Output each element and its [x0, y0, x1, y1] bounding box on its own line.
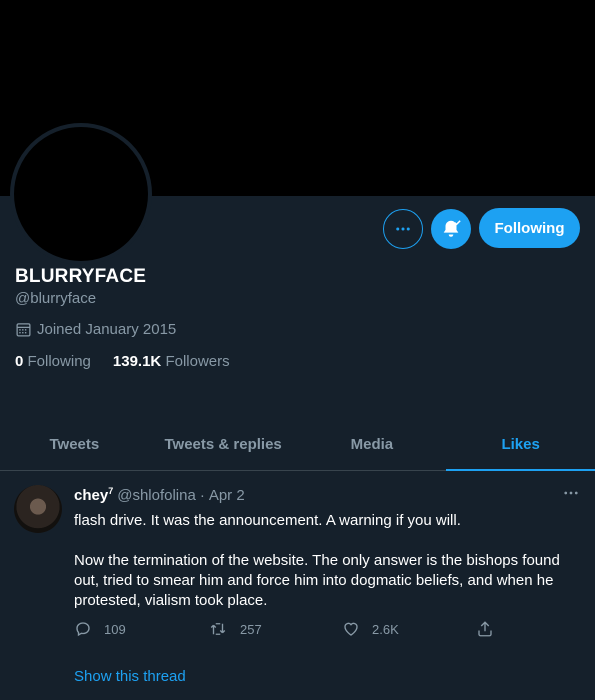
tweet-header: chey7 @shlofolina · Apr 2 [74, 486, 245, 504]
reply-icon [74, 620, 92, 638]
tab-likes[interactable]: Likes [446, 418, 595, 471]
share-button[interactable] [476, 620, 494, 638]
tweet-paragraph: Now the termination of the website. The … [74, 552, 560, 609]
profile-tabs: Tweets Tweets & replies Media Likes [0, 418, 595, 471]
share-icon [476, 620, 494, 638]
tweet-paragraph: flash drive. It was the announcement. A … [74, 512, 461, 529]
profile-stats: 0 Following 139.1K Followers [15, 353, 230, 370]
like-count: 2.6K [372, 621, 399, 637]
profile-handle: @blurryface [15, 290, 97, 307]
retweet-count: 257 [240, 621, 262, 637]
followers-count-link[interactable]: 139.1K Followers [113, 353, 230, 370]
tweet-author-name[interactable]: chey7 [74, 486, 113, 504]
tab-tweets-replies[interactable]: Tweets & replies [149, 418, 298, 470]
joined-date: Joined January 2015 [15, 321, 176, 338]
more-options-button[interactable] [383, 209, 423, 249]
tweet-author-handle[interactable]: @shlofolina [117, 487, 196, 504]
bell-notification-icon [440, 218, 462, 240]
profile-avatar[interactable] [10, 123, 152, 265]
show-thread-link[interactable]: Show this thread [74, 668, 186, 685]
retweet-button[interactable]: 257 [208, 620, 342, 638]
joined-label: Joined January 2015 [37, 321, 177, 338]
heart-icon [342, 620, 360, 638]
tweet-date[interactable]: Apr 2 [209, 487, 245, 504]
tweet-text: flash drive. It was the announcement. A … [74, 511, 579, 631]
more-horizontal-icon [562, 484, 580, 502]
like-button[interactable]: 2.6K [342, 620, 476, 638]
more-horizontal-icon [394, 220, 412, 238]
tweet-more-button[interactable] [562, 484, 580, 502]
reply-button[interactable]: 109 [74, 620, 208, 638]
following-count-link[interactable]: 0 Following [15, 353, 91, 370]
profile-display-name: BLURRYFACE [15, 266, 147, 287]
tweet-author-avatar[interactable] [14, 485, 62, 533]
notifications-button[interactable] [431, 209, 471, 249]
following-button[interactable]: Following [479, 208, 580, 248]
calendar-icon [15, 321, 32, 338]
tweet-separator: · [199, 486, 205, 504]
tweet-actions: 109 257 2.6K [74, 620, 504, 638]
tab-tweets[interactable]: Tweets [0, 418, 149, 470]
retweet-icon [208, 620, 228, 638]
reply-count: 109 [104, 621, 126, 637]
tab-media[interactable]: Media [298, 418, 447, 470]
